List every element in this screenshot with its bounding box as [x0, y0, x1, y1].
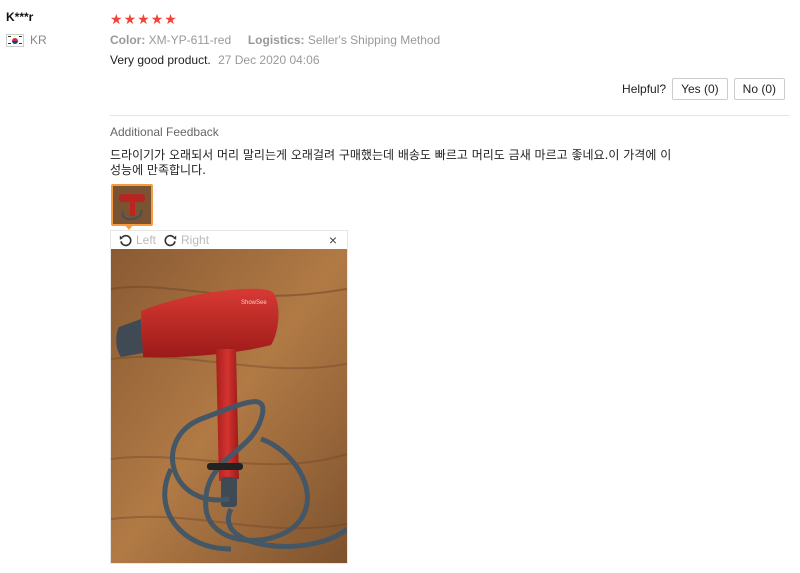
- star-rating: ★ ★ ★ ★ ★: [110, 12, 790, 26]
- photo-viewer: Left Right × ShowSee: [110, 230, 348, 564]
- star-icon: ★: [150, 11, 164, 27]
- hair-dryer-photo: ShowSee: [111, 249, 347, 563]
- color-label: Color:: [110, 33, 146, 47]
- rotate-right-icon: [164, 234, 177, 246]
- rotate-left-icon: [119, 234, 132, 246]
- review-text-line: Very good product. 27 Dec 2020 04:06: [110, 53, 790, 67]
- reviewer-name: K***r: [6, 10, 34, 24]
- logistics-value: Seller's Shipping Method: [307, 33, 441, 47]
- viewer-toolbar: Left Right ×: [111, 231, 347, 249]
- divider: [110, 115, 790, 116]
- logistics-label: Logistics:: [247, 33, 305, 47]
- reviewer-info: K***r KR: [6, 10, 47, 47]
- hair-dryer-thumbnail-image: [113, 186, 151, 224]
- rotate-left-button[interactable]: Left: [119, 233, 156, 247]
- reviewer-country: KR: [6, 33, 47, 47]
- korea-flag-icon: [6, 33, 24, 47]
- review-body: ★ ★ ★ ★ ★ Color: XM-YP-611-red Logistics…: [110, 12, 790, 67]
- star-icon: ★: [110, 11, 123, 27]
- helpful-label: Helpful?: [622, 82, 667, 96]
- rotate-right-button[interactable]: Right: [164, 233, 209, 247]
- helpful-yes-button[interactable]: Yes (0): [672, 78, 728, 100]
- star-icon: ★: [137, 11, 150, 27]
- photo-thumbnail[interactable]: [111, 184, 153, 226]
- rotate-left-label: Left: [136, 233, 157, 247]
- additional-feedback-text: 드라이기가 오래되서 머리 말리는게 오래걸려 구매했는데 배송도 빠르고 머리…: [110, 148, 672, 177]
- helpful-no-button[interactable]: No (0): [733, 78, 785, 100]
- review-photo: ShowSee: [111, 249, 347, 563]
- review-meta: Color: XM-YP-611-red Logistics: Seller's…: [110, 33, 790, 47]
- close-icon[interactable]: ×: [329, 232, 337, 248]
- additional-feedback-title: Additional Feedback: [110, 125, 219, 139]
- review-date: 27 Dec 2020 04:06: [218, 53, 320, 67]
- color-value: XM-YP-611-red: [148, 33, 232, 47]
- star-icon: ★: [164, 11, 177, 27]
- country-code: KR: [30, 33, 47, 47]
- brand-logo: ShowSee: [241, 300, 267, 306]
- review-text: Very good product.: [110, 53, 211, 67]
- star-icon: ★: [123, 11, 137, 27]
- helpful-section: Helpful? Yes (0) No (0): [622, 78, 785, 100]
- rotate-right-label: Right: [181, 233, 210, 247]
